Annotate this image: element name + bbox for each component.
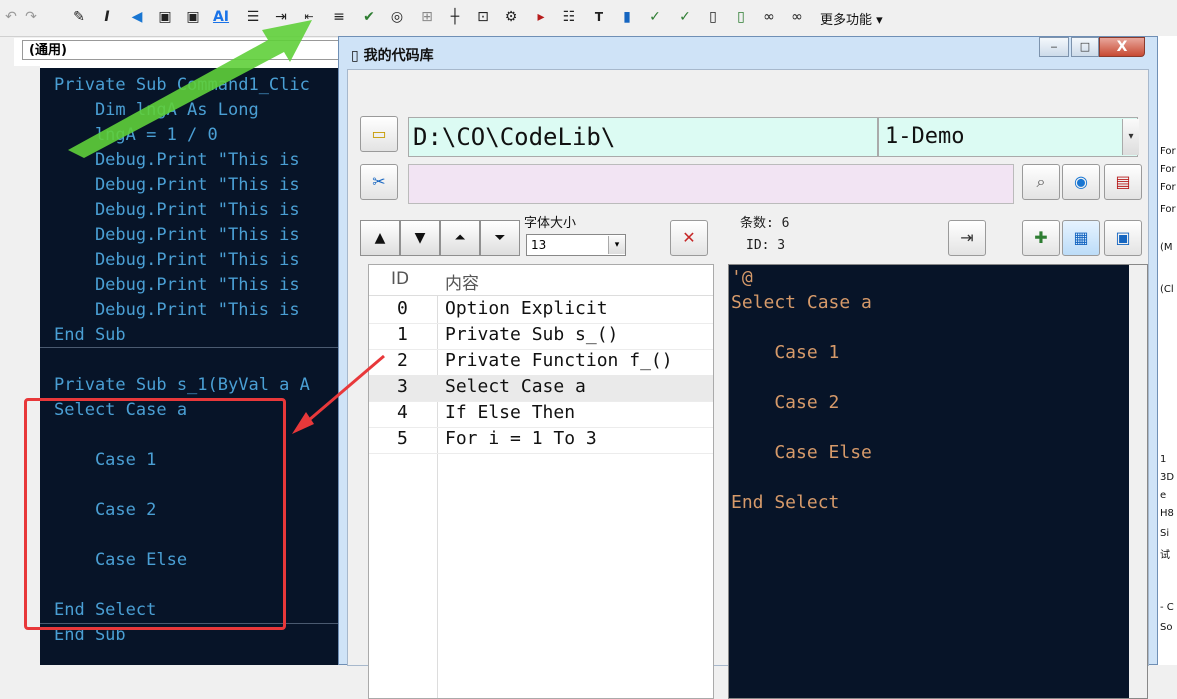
annotation-arrows	[68, 20, 385, 434]
green-arrow	[68, 20, 312, 158]
red-arrow	[292, 354, 385, 434]
